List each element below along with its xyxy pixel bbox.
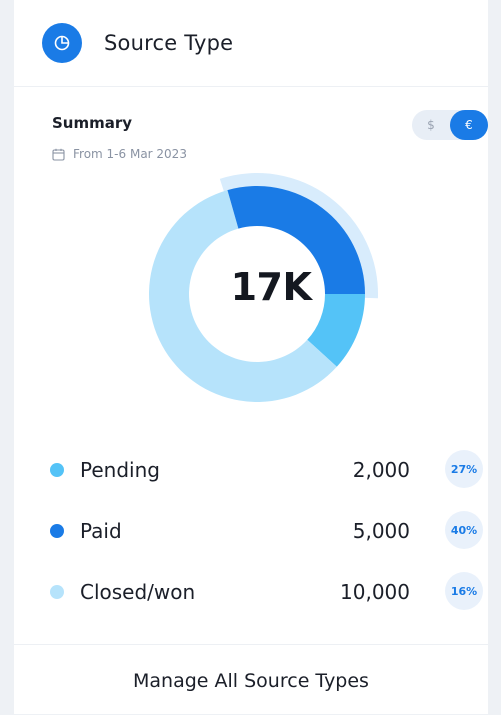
percent-badge: 40% <box>445 511 483 549</box>
legend-dot <box>50 585 64 599</box>
percent-badge: 16% <box>445 572 483 610</box>
chart-center-value: 17K <box>230 265 312 309</box>
legend-item-pending: Pending 2,000 27% <box>14 450 488 490</box>
legend-label: Paid <box>80 519 122 543</box>
manage-source-types-link[interactable]: Manage All Source Types <box>133 670 369 692</box>
donut-chart <box>149 173 378 402</box>
legend-dot <box>50 463 64 477</box>
legend-value: 2,000 <box>352 458 410 482</box>
legend-value: 5,000 <box>352 519 410 543</box>
legend-label: Pending <box>80 458 160 482</box>
card-footer: Manage All Source Types <box>14 644 488 715</box>
legend-item-closed-won: Closed/won 10,000 16% <box>14 572 488 612</box>
legend-item-paid: Paid 5,000 40% <box>14 511 488 551</box>
source-type-card: Source Type Summary From 1-6 Mar 2023 $ … <box>14 0 488 714</box>
legend-label: Closed/won <box>80 580 196 604</box>
legend-dot <box>50 524 64 538</box>
percent-badge: 27% <box>445 450 483 488</box>
legend-value: 10,000 <box>340 580 410 604</box>
